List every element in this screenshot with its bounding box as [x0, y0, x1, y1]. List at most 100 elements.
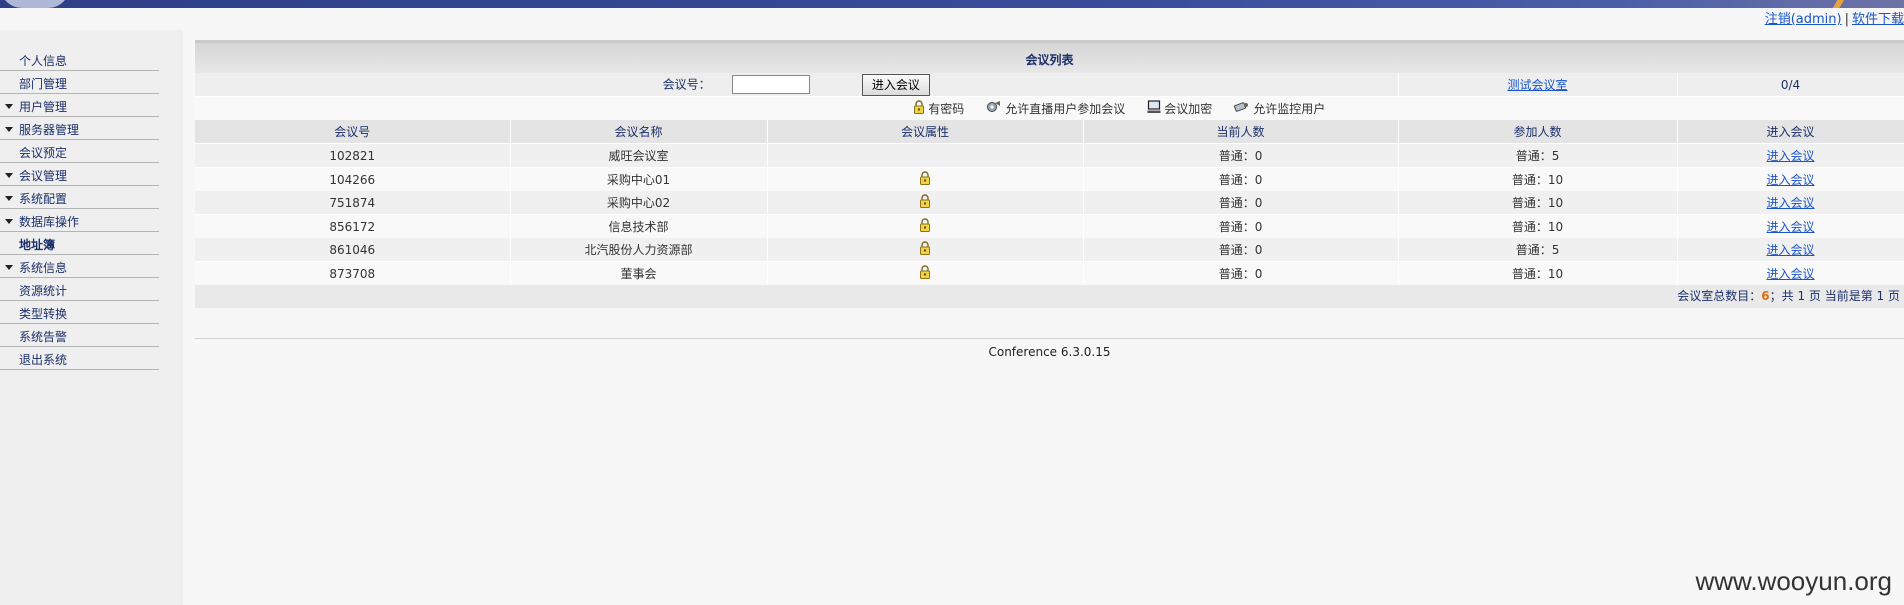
sidebar-item[interactable]: 会议管理: [0, 163, 159, 186]
link-separator: |: [1844, 12, 1849, 27]
sidebar-item-label: 类型转换: [19, 307, 68, 321]
legend-item: 会议加密: [1147, 100, 1212, 117]
capacity: 普通：10: [1398, 167, 1678, 191]
current-count: 普通：0: [1083, 261, 1399, 285]
enter-meeting-link[interactable]: 进入会议: [1767, 267, 1815, 281]
sidebar-item[interactable]: 数据库操作: [0, 209, 159, 232]
download-link[interactable]: 软件下载: [1852, 12, 1904, 27]
legend-item: 有密码: [913, 100, 964, 117]
sidebar-item[interactable]: 部门管理: [0, 71, 159, 94]
sidebar-item[interactable]: 退出系统: [0, 347, 159, 370]
meeting-id: 861046: [195, 238, 511, 262]
sidebar-item-label: 个人信息: [19, 54, 68, 68]
meeting-id: 873708: [195, 261, 511, 285]
meeting-id-input[interactable]: [732, 75, 811, 94]
expand-arrow-icon: [5, 196, 13, 201]
column-header: 当前人数: [1083, 120, 1399, 144]
sidebar-menu: 个人信息部门管理用户管理 服务器管理 会议预定 会议管理系统配置数据库操作地址簿系统信…: [0, 48, 159, 370]
meeting-table: 会议号： 进入会议 测试会议室 0/4 有密码 允许直播用户参加会议 会议加密 允许监…: [195, 73, 1904, 285]
column-header: 参加人数: [1398, 120, 1678, 144]
version-text: Conference 6.3.0.15: [988, 345, 1111, 359]
total-label: 会议室总数目：: [1677, 289, 1762, 303]
table-footer: 会议室总数目：6；共 1 页 当前是第 1 页: [195, 285, 1904, 308]
sidebar-item-label: 数据库操作: [19, 215, 80, 229]
legend-label: 有密码: [928, 102, 965, 116]
top-links: 注销(admin) | 软件下载: [1765, 12, 1904, 28]
sidebar-item-label: 资源统计: [19, 284, 68, 298]
sidebar-item[interactable]: 地址簿: [0, 232, 159, 255]
sidebar-item[interactable]: 系统配置: [0, 186, 159, 209]
table-row: 102821 威旺会议室 普通：0 普通：5 进入会议: [195, 143, 1904, 168]
sidebar-item-label: 退出系统: [19, 353, 68, 367]
column-header: 会议名称: [510, 120, 768, 144]
page-info: ；共 1 页 当前是第 1 页: [1769, 289, 1900, 303]
enter-meeting-link[interactable]: 进入会议: [1767, 149, 1815, 163]
sidebar-item-label: 地址簿: [19, 238, 56, 252]
meeting-name: 信息技术部: [510, 214, 768, 238]
expand-arrow-icon: [5, 219, 13, 224]
sidebar-item-label: 系统配置: [19, 192, 68, 206]
meeting-attributes: [767, 261, 1084, 285]
legend-label: 会议加密: [1164, 102, 1213, 116]
sidebar-item[interactable]: 服务器管理: [0, 117, 159, 140]
broadcast-icon: [986, 101, 1005, 116]
sidebar-item[interactable]: 系统信息: [0, 255, 159, 278]
test-room-link[interactable]: 测试会议室: [1508, 78, 1568, 92]
meeting-attributes: [767, 214, 1084, 238]
sidebar-item-label: 系统信息: [19, 261, 68, 275]
table-body: 102821 威旺会议室 普通：0 普通：5 进入会议 104266 采购中心01 普通：0 普…: [195, 143, 1904, 285]
capacity: 普通：10: [1398, 191, 1678, 215]
page-title: 会议列表: [195, 40, 1904, 73]
meeting-id: 102821: [195, 143, 511, 168]
current-count: 普通：0: [1083, 214, 1399, 238]
meeting-attributes: [767, 238, 1084, 262]
sidebar-item[interactable]: 个人信息: [0, 48, 159, 71]
capacity: 普通：10: [1398, 261, 1678, 285]
sidebar-item[interactable]: 类型转换: [0, 301, 159, 324]
legend-label: 允许监控用户: [1253, 102, 1326, 116]
online-count: 0/4: [1677, 73, 1904, 97]
current-count: 普通：0: [1083, 238, 1399, 262]
meeting-id: 856172: [195, 214, 511, 238]
search-row: 会议号： 进入会议 测试会议室 0/4: [195, 73, 1904, 97]
expand-arrow-icon: [5, 265, 13, 270]
top-banner: [0, 0, 1904, 8]
table-header: 会议号 会议名称 会议属性 当前人数 参加人数 进入会议: [195, 120, 1904, 144]
enter-meeting-link[interactable]: 进入会议: [1767, 196, 1815, 210]
meeting-name: 威旺会议室: [510, 143, 768, 168]
column-header: 进入会议: [1677, 120, 1904, 144]
enter-meeting-button[interactable]: 进入会议: [861, 73, 930, 96]
table-row: 861046 北汽股份人力资源部 普通：0 普通：5 进入会议: [195, 238, 1904, 262]
capacity: 普通：5: [1398, 143, 1678, 168]
current-count: 普通：0: [1083, 143, 1399, 168]
lock-icon: [919, 265, 931, 282]
logo: [0, 0, 70, 8]
enter-meeting-link[interactable]: 进入会议: [1767, 173, 1815, 187]
watermark: www.wooyun.org: [1695, 566, 1892, 596]
table-row: 751874 采购中心02 普通：0 普通：10 进入会议: [195, 191, 1904, 215]
computer-icon: [1147, 100, 1164, 116]
sidebar-item[interactable]: 会议预定: [0, 140, 159, 163]
lock-icon: [919, 218, 931, 235]
meeting-attributes: [767, 143, 1084, 168]
enter-meeting-link[interactable]: 进入会议: [1767, 220, 1815, 234]
divider: [195, 338, 1904, 339]
meeting-attributes: [767, 191, 1084, 215]
legend-item: 允许直播用户参加会议: [986, 100, 1125, 117]
meeting-attributes: [767, 167, 1084, 191]
sidebar-item-label: 系统告警: [19, 330, 68, 344]
legend-row: 有密码 允许直播用户参加会议 会议加密 允许监控用户: [195, 96, 1904, 120]
meeting-id: 751874: [195, 191, 511, 215]
logout-link[interactable]: 注销(admin): [1765, 12, 1842, 27]
sidebar-item[interactable]: 用户管理: [0, 94, 159, 117]
lock-icon: [919, 241, 931, 258]
column-header: 会议号: [195, 120, 511, 144]
lock-icon: [913, 100, 928, 116]
table-row: 104266 采购中心01 普通：0 普通：10 进入会议: [195, 167, 1904, 191]
sidebar-item[interactable]: 资源统计: [0, 278, 159, 301]
sidebar-item-label: 部门管理: [19, 77, 68, 91]
sidebar-item[interactable]: 系统告警: [0, 324, 159, 347]
current-count: 普通：0: [1083, 191, 1399, 215]
enter-meeting-link[interactable]: 进入会议: [1767, 243, 1815, 257]
meeting-id: 104266: [195, 167, 511, 191]
